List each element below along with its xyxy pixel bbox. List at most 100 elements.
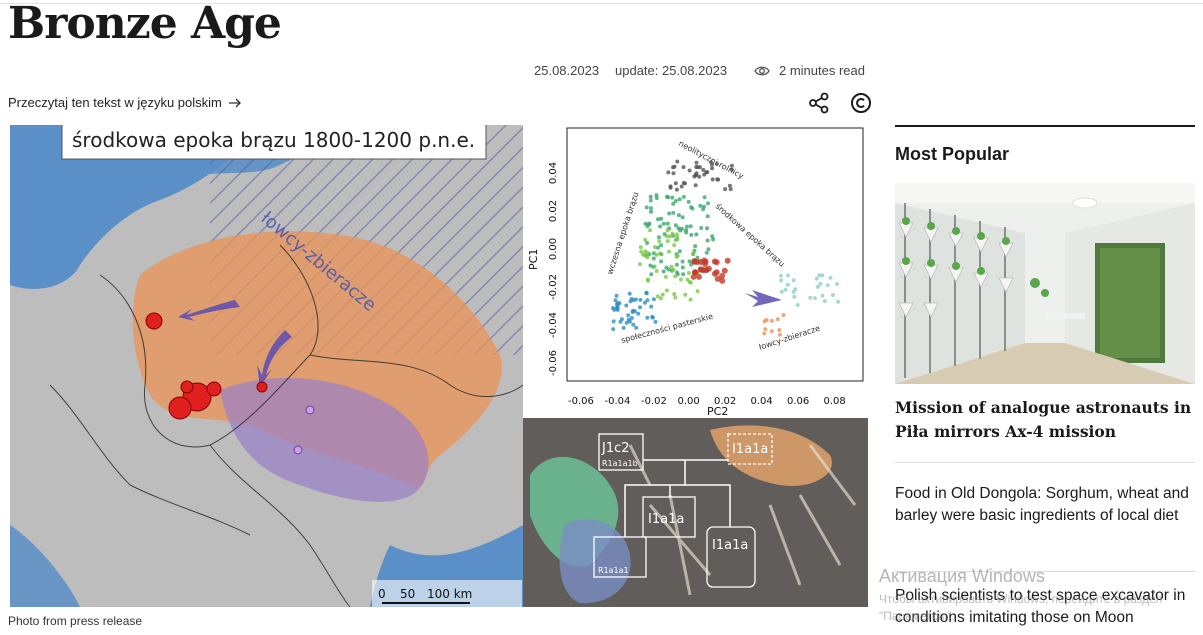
pca-point [642, 300, 647, 305]
pca-point [673, 274, 678, 279]
pca-point [727, 183, 732, 188]
pca-point [674, 262, 679, 267]
pca-point [688, 224, 693, 229]
most-popular-thumbnail[interactable] [895, 183, 1195, 384]
pca-point [828, 275, 833, 280]
pca-point [661, 221, 666, 226]
pca-y-tick-label: 0.02 [548, 200, 559, 222]
pca-point [693, 244, 698, 249]
pca-point [672, 292, 677, 296]
pca-point [616, 301, 620, 306]
pca-point [681, 194, 686, 199]
pca-x-tick-label: 0.04 [751, 396, 773, 407]
pca-point [675, 253, 680, 258]
share-icon[interactable] [808, 92, 830, 114]
pca-point [778, 273, 783, 278]
burial-label-i1a1a-top: I1a1a [732, 442, 768, 457]
pca-point [769, 318, 774, 323]
burial-panel: J1c2 R1a1a1b I1a1a I1a1a I1a1a R1a1a1 [523, 418, 868, 607]
pca-point [677, 249, 682, 254]
pca-point [792, 294, 797, 299]
pca-point [694, 171, 699, 176]
pca-y-tick-label: 0.00 [548, 238, 559, 260]
pca-point [723, 187, 728, 192]
pca-point [665, 221, 670, 226]
pca-point [638, 305, 643, 310]
pca-point [665, 228, 670, 233]
pca-point [645, 277, 650, 282]
pca-point [653, 319, 658, 324]
scale-label-0: 0 [378, 587, 386, 601]
pca-point [648, 228, 652, 233]
pca-point [674, 187, 679, 192]
pca-point [696, 273, 702, 280]
pca-point [715, 177, 720, 182]
pca-point [630, 310, 635, 314]
pca-point [825, 283, 830, 288]
article-figure: środkowa epoka brązu 1800-1200 p.n.e. ło… [10, 125, 868, 607]
pca-point [650, 315, 655, 320]
sidebar-top-rule [895, 125, 1195, 127]
pca-point [808, 295, 813, 300]
pca-y-tick-label: 0.04 [548, 162, 559, 184]
pca-point [714, 275, 721, 282]
pca-point [636, 311, 641, 316]
most-popular-item-3[interactable]: Polish scientists to test space excavato… [895, 585, 1195, 628]
pca-point [701, 207, 706, 212]
most-popular-item-1[interactable]: Mission of analogue astronauts in Piła m… [895, 396, 1195, 444]
pca-point [681, 165, 686, 170]
burial-label-j1c2: J1c2 [601, 441, 630, 456]
pca-point [638, 245, 643, 250]
pca-point [644, 205, 649, 210]
pca-x-label: PC2 [707, 405, 728, 418]
pca-point [645, 250, 650, 255]
pca-point [681, 181, 686, 185]
pca-point [675, 159, 680, 164]
pca-point [694, 232, 699, 237]
pca-point [691, 269, 698, 276]
pca-point [763, 327, 768, 332]
pca-point [659, 243, 664, 248]
pca-point [822, 299, 827, 304]
pca-point [671, 171, 676, 176]
pca-point [693, 183, 698, 188]
pca-point [724, 257, 731, 264]
pca-point [631, 322, 636, 327]
most-popular-divider [895, 462, 1195, 463]
pca-point [665, 239, 670, 243]
pca-point [762, 331, 767, 336]
windows-activation-title: Активация Windows [879, 566, 1045, 586]
pca-point [710, 234, 715, 239]
pca-point [687, 168, 692, 173]
pca-point [683, 292, 688, 297]
map-panel: środkowa epoka brązu 1800-1200 p.n.e. ło… [10, 125, 524, 607]
pca-point [670, 195, 675, 200]
pca-point [691, 252, 696, 257]
pca-point [686, 271, 691, 275]
pca-y-label: PC1 [527, 249, 540, 270]
pca-x-tick-label: -0.04 [605, 396, 631, 407]
pca-point [791, 278, 796, 283]
pca-point [695, 289, 700, 294]
pca-point [769, 329, 774, 334]
pca-point [669, 264, 674, 269]
most-popular-item-2[interactable]: Food in Old Dongola: Sorghum, wheat and … [895, 483, 1195, 526]
pca-point [786, 273, 790, 278]
pca-point [705, 214, 710, 219]
pca-point [686, 199, 691, 204]
pca-point [648, 194, 653, 199]
pca-point [654, 252, 659, 257]
pca-point [677, 197, 682, 202]
pca-point [659, 259, 664, 264]
pca-point [654, 269, 659, 273]
thumbnail-image [895, 183, 1195, 384]
pca-point [673, 223, 678, 228]
read-in-polish-link[interactable]: Przeczytaj ten tekst w języku polskim [8, 95, 242, 110]
pca-point [655, 294, 660, 299]
pca-point [705, 170, 710, 175]
pca-point [624, 303, 629, 308]
copyright-icon[interactable] [850, 92, 872, 114]
pca-point [638, 297, 643, 302]
pca-point [618, 319, 623, 324]
pca-point [634, 325, 639, 330]
